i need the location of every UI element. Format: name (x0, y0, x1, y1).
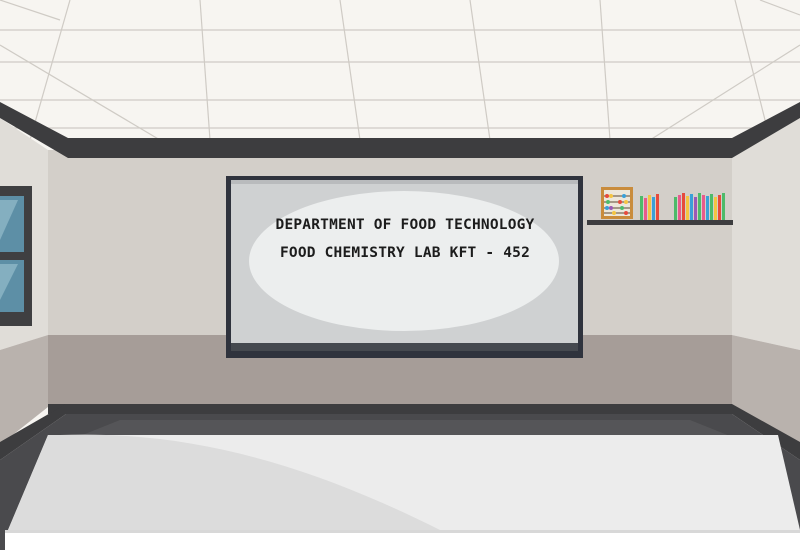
projection-screen (226, 176, 583, 358)
baseboard (48, 404, 732, 414)
screen-title: DEPARTMENT OF FOOD TECHNOLOGY FOOD CHEMI… (232, 211, 578, 267)
window (0, 186, 32, 326)
abacus-icon (601, 187, 633, 219)
book-icon (640, 193, 725, 220)
right-wall-upper (732, 118, 800, 350)
department-title: DEPARTMENT OF FOOD TECHNOLOGY (275, 217, 535, 233)
lab-title: FOOD CHEMISTRY LAB KFT - 452 (279, 245, 531, 261)
table (5, 434, 800, 550)
room-illustration (0, 0, 800, 550)
classroom-scene: DEPARTMENT OF FOOD TECHNOLOGY FOOD CHEMI… (0, 0, 800, 550)
wall-shelf (587, 220, 733, 225)
ceiling (0, 0, 800, 141)
